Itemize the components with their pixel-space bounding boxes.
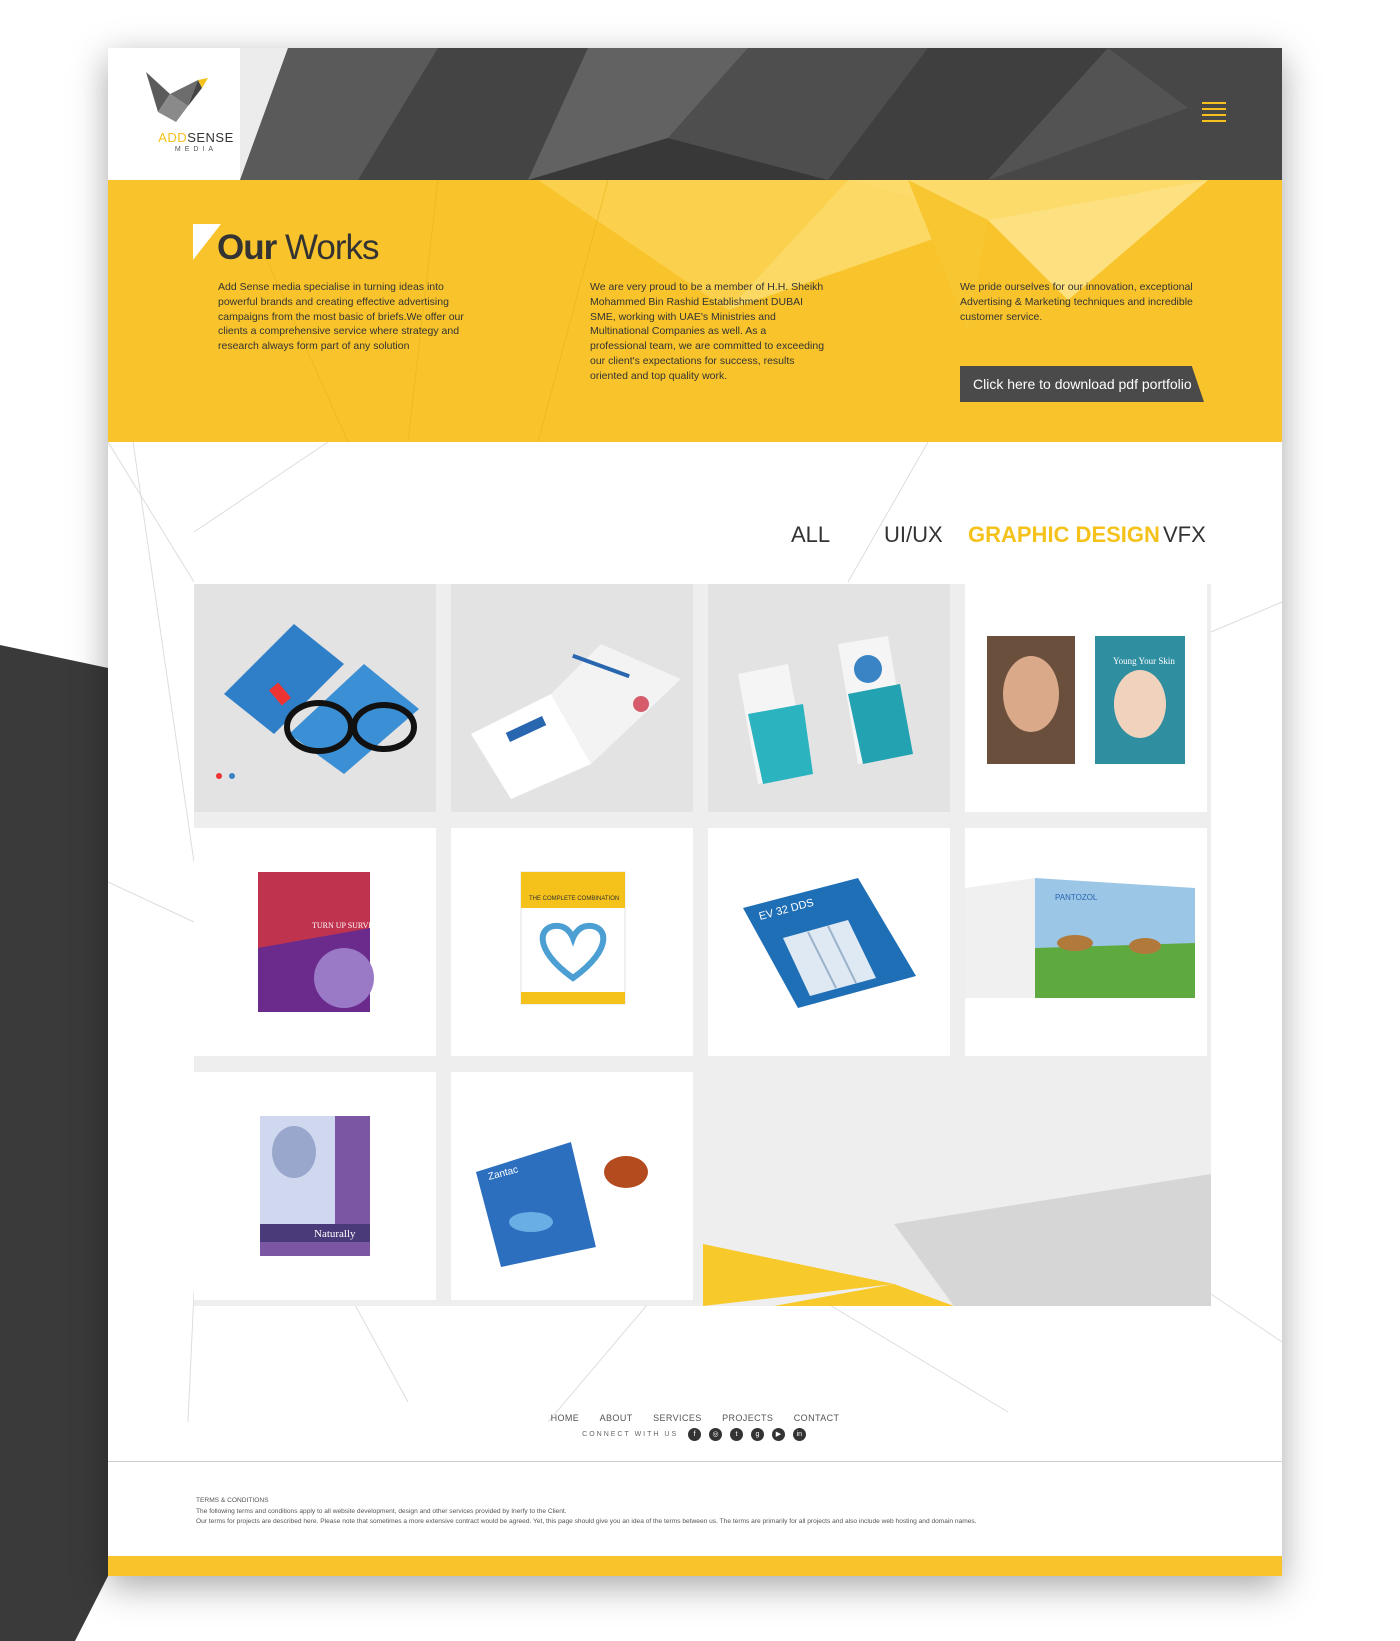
work-card-pfizer-brochure[interactable]: Naturally xyxy=(194,1072,436,1300)
filter-tabs: ALL UI/UX GRAPHIC DESIGN VFX xyxy=(108,522,1282,552)
work-card-open-medical-brochure[interactable] xyxy=(451,584,693,812)
open-medical-brochure-image xyxy=(471,644,681,799)
footer-link-services[interactable]: SERVICES xyxy=(653,1413,702,1423)
bird-logo-icon xyxy=(146,72,208,122)
pfizer-label: Naturally xyxy=(314,1228,356,1240)
work-card-zantac-brochure[interactable]: Zantac xyxy=(451,1072,693,1300)
work-card-eyewear-brochure[interactable] xyxy=(194,584,436,812)
terms-title: TERMS & CONDITIONS xyxy=(196,1497,269,1504)
logo-name: ADDSENSE xyxy=(158,130,234,145)
footer-link-home[interactable]: HOME xyxy=(551,1413,580,1423)
avastin-label: TURN UP SURVIVAL xyxy=(312,921,387,930)
combination-label: THE COMPLETE COMBINATION xyxy=(529,896,619,902)
logo-tagline: MEDIA xyxy=(174,146,218,153)
logo[interactable]: ADDSENSE MEDIA xyxy=(136,66,256,162)
tab-ui-ux[interactable]: UI/UX xyxy=(884,522,943,548)
connect-label: CONNECT WITH US xyxy=(582,1431,679,1438)
footer-link-projects[interactable]: PROJECTS xyxy=(722,1413,773,1423)
tab-graphic-design[interactable]: GRAPHIC DESIGN xyxy=(968,522,1160,548)
skin-care-brochures-image: Young Your Skin xyxy=(987,636,1185,764)
work-card-skin-care-brochures[interactable]: Young Your Skin xyxy=(965,584,1207,812)
avastin-brochure-image: TURN UP SURVIVAL xyxy=(258,872,387,1012)
pantozol-brochure-image: PANTOZOL xyxy=(965,878,1195,998)
terms-line-1: The following terms and conditions apply… xyxy=(196,1507,567,1515)
zantac-brochure-image: Zantac xyxy=(476,1132,671,1267)
header: ADDSENSE MEDIA xyxy=(108,48,1282,180)
linkedin-icon[interactable]: in xyxy=(792,1428,806,1441)
page: ADDSENSE MEDIA Our Works Add Sense media… xyxy=(108,48,1282,1576)
intro-text-3: We pride ourselves for our innovation, e… xyxy=(960,281,1193,323)
works-grid: Young Your Skin TURN UP SURVIVAL THE COM… xyxy=(194,584,1211,1306)
instagram-icon[interactable]: ◎ xyxy=(709,1428,723,1441)
facebook-icon[interactable]: f xyxy=(688,1428,702,1441)
intro-text-1: Add Sense media specialise in turning id… xyxy=(218,281,464,353)
skin-care-label: Young Your Skin xyxy=(1113,656,1175,666)
eyewear-brochure-image xyxy=(216,624,419,779)
pantozol-label: PANTOZOL xyxy=(1055,893,1098,902)
twitter-icon[interactable]: t xyxy=(729,1428,743,1441)
combination-brochure-image: THE COMPLETE COMBINATION xyxy=(520,871,626,1005)
pfizer-brochure-image: Naturally xyxy=(260,1116,370,1256)
work-card-combination-brochure[interactable]: THE COMPLETE COMBINATION xyxy=(451,828,693,1056)
tab-all[interactable]: ALL xyxy=(791,522,830,548)
work-card-refrigerator-brochure[interactable]: EV 32 DDS xyxy=(708,828,950,1056)
work-card-pantozol-brochure[interactable]: PANTOZOL xyxy=(965,828,1207,1056)
footer-divider xyxy=(108,1461,1282,1462)
stage: ADDSENSE MEDIA Our Works Add Sense media… xyxy=(0,0,1400,1641)
work-card-avastin-brochure[interactable]: TURN UP SURVIVAL xyxy=(194,828,436,1056)
work-card-teal-folders[interactable] xyxy=(708,584,950,812)
footer-nav: HOME ABOUT SERVICES PROJECTS CONTACT xyxy=(108,1408,1282,1426)
tab-vfx[interactable]: VFX xyxy=(1163,522,1206,548)
social-links: CONNECT WITH US f ◎ t g ▶ in xyxy=(108,1428,1282,1441)
bottom-accent-bar xyxy=(108,1556,1282,1576)
hero-section: Our Works Add Sense media specialise in … xyxy=(108,180,1282,442)
terms-and-conditions: TERMS & CONDITIONS The following terms a… xyxy=(196,1496,1196,1528)
intro-text-2: We are very proud to be a member of H.H.… xyxy=(590,281,825,382)
footer-link-contact[interactable]: CONTACT xyxy=(794,1413,840,1423)
header-polygon-pattern xyxy=(108,48,1282,180)
terms-line-2: Our terms for projects are described her… xyxy=(196,1518,977,1525)
google-plus-icon[interactable]: g xyxy=(750,1428,764,1441)
download-portfolio-button[interactable]: Click here to download pdf portfolio xyxy=(960,366,1204,402)
refrigerator-brochure-image: EV 32 DDS xyxy=(743,878,916,1008)
footer-link-about[interactable]: ABOUT xyxy=(600,1413,633,1423)
hamburger-icon[interactable] xyxy=(1202,102,1226,122)
teal-folders-image xyxy=(738,636,913,784)
youtube-icon[interactable]: ▶ xyxy=(771,1428,785,1441)
